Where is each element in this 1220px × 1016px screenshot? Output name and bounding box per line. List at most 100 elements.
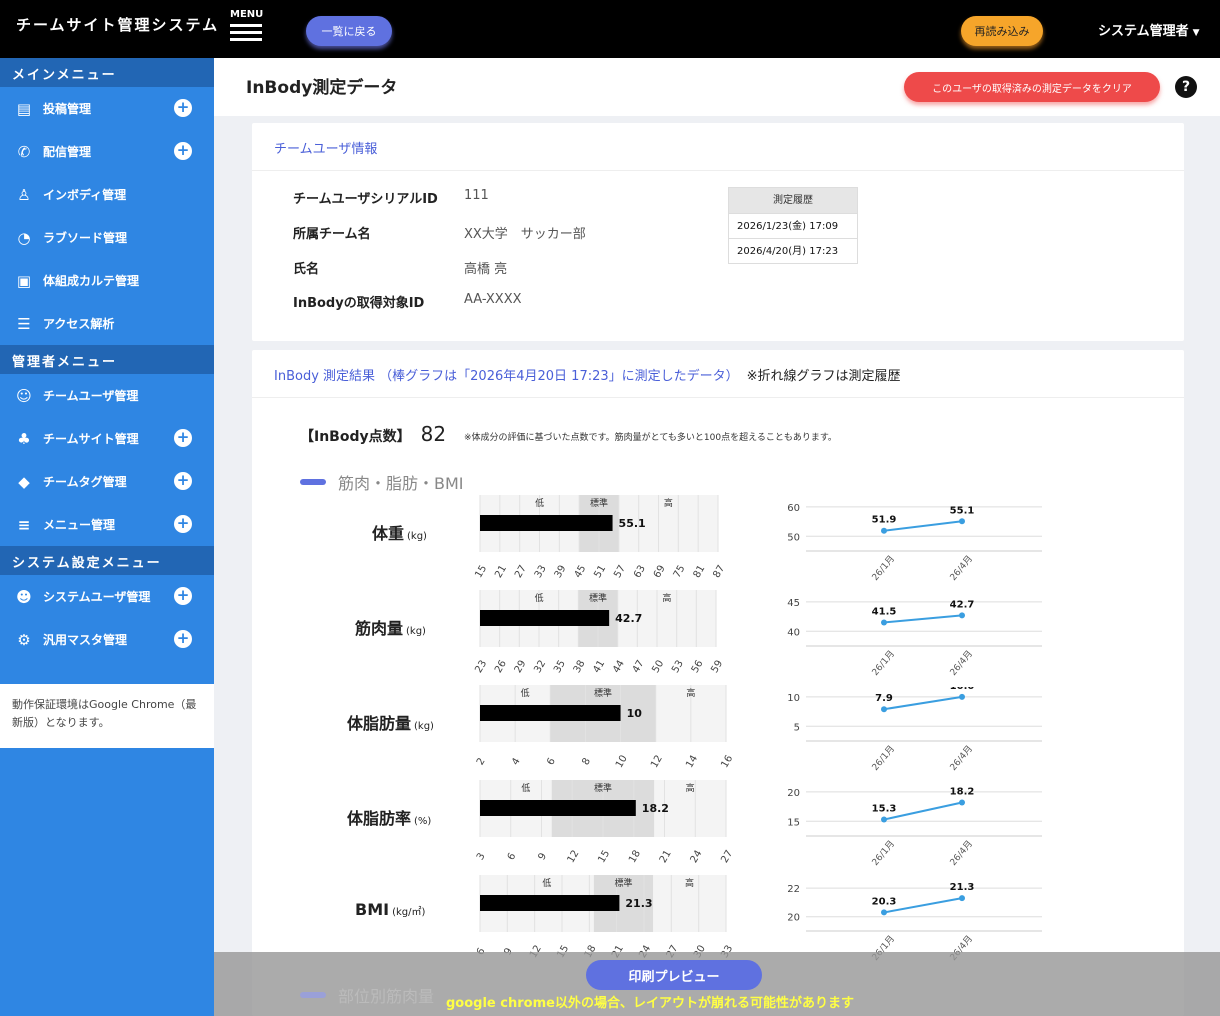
data-label: 41.5 bbox=[872, 606, 897, 617]
band-label: 高 bbox=[664, 497, 673, 509]
results-card: InBody 測定結果 （棒グラフは「2026年4月20日 17:23」に測定し… bbox=[252, 350, 1184, 1016]
tick-label: 44 bbox=[611, 658, 627, 675]
band-label: 標準 bbox=[594, 687, 612, 699]
info-key: 氏名 bbox=[293, 262, 320, 277]
sidebar-item[interactable]: ◆ チームタグ管理 + bbox=[0, 460, 214, 503]
sidebar-item[interactable]: ≡ メニュー管理 + bbox=[0, 503, 214, 546]
x-tick-label: 26/4月 bbox=[948, 743, 975, 772]
sidebar-item[interactable]: ▣ 体組成カルテ管理 bbox=[0, 259, 214, 302]
browser-warning: google chrome以外の場合、レイアウトが崩れる可能性があります bbox=[446, 996, 854, 1011]
info-value: 高橋 亮 bbox=[464, 262, 508, 277]
person-icon: ♙ bbox=[17, 185, 31, 204]
history-entry[interactable]: 2026/4/20(月) 17:23 bbox=[729, 238, 857, 263]
metric-unit: (kg) bbox=[407, 531, 427, 542]
newspaper-icon: ▤ bbox=[16, 99, 32, 118]
hamburger-icon-bar bbox=[230, 38, 262, 41]
reload-button[interactable]: 再読み込み bbox=[961, 16, 1043, 46]
tag-icon: ◆ bbox=[18, 472, 30, 491]
tick-label: 2 bbox=[475, 756, 488, 767]
tick-label: 50 bbox=[650, 658, 666, 675]
menu-label: MENU bbox=[230, 9, 264, 20]
tick-label: 18 bbox=[627, 848, 643, 865]
sidebar-item[interactable]: ▤ 投稿管理 + bbox=[0, 87, 214, 130]
tick-label: 9 bbox=[536, 851, 549, 862]
sidebar-item-label: アクセス解析 bbox=[43, 317, 115, 331]
expand-plus-icon[interactable]: + bbox=[174, 630, 192, 648]
help-icon[interactable]: ? bbox=[1175, 76, 1197, 98]
bar-chart: 3 6 9 12 15 18 21 24 27 低 標準 高 18.2 bbox=[475, 780, 735, 865]
y-tick-label: 45 bbox=[787, 598, 800, 609]
y-tick-label: 22 bbox=[787, 884, 800, 895]
data-point bbox=[881, 909, 887, 916]
value-label: 55.1 bbox=[619, 517, 646, 530]
data-label: 18.2 bbox=[950, 786, 975, 797]
tick-label: 57 bbox=[612, 563, 628, 580]
next-section-title-text: 部位別筋肉量 bbox=[338, 987, 435, 1006]
tick-label: 38 bbox=[572, 658, 588, 675]
sidebar-item-label: チームサイト管理 bbox=[43, 432, 139, 446]
page-header: InBody測定データ このユーザの取得済みの測定データをクリア ? bbox=[214, 58, 1220, 116]
data-point bbox=[959, 518, 965, 525]
sidebar-item[interactable]: ⚙ 汎用マスタ管理 + bbox=[0, 618, 214, 661]
band-label: 低 bbox=[542, 877, 551, 889]
expand-plus-icon[interactable]: + bbox=[174, 515, 192, 533]
metric-title: 体重 bbox=[372, 524, 405, 543]
band-label: 低 bbox=[521, 782, 530, 794]
tick-label: 53 bbox=[670, 658, 686, 675]
expand-plus-icon[interactable]: + bbox=[174, 472, 192, 490]
metric-title: 体脂肪率 bbox=[347, 809, 412, 828]
users-icon: ☺ bbox=[16, 386, 32, 405]
sidebar-section-heading: メインメニュー bbox=[0, 58, 214, 87]
tick-label: 29 bbox=[513, 658, 529, 675]
y-tick-label: 15 bbox=[787, 817, 800, 828]
tick-label: 3 bbox=[475, 851, 488, 862]
expand-plus-icon[interactable]: + bbox=[174, 142, 192, 160]
y-tick-label: 20 bbox=[787, 788, 800, 799]
tick-label: 6 bbox=[545, 756, 558, 767]
sidebar-item-label: インボディ管理 bbox=[43, 188, 127, 202]
caret-down-icon: ▼ bbox=[1192, 28, 1200, 38]
tick-label: 16 bbox=[719, 753, 735, 770]
data-point bbox=[881, 816, 887, 823]
user-menu[interactable]: システム管理者 ▼ bbox=[1098, 20, 1200, 39]
sidebar-item[interactable]: ☰ アクセス解析 bbox=[0, 302, 214, 345]
expand-plus-icon[interactable]: + bbox=[174, 99, 192, 117]
sidebar-item[interactable]: ☺ チームユーザ管理 bbox=[0, 374, 214, 417]
value-bar bbox=[480, 610, 610, 626]
band-label: 低 bbox=[535, 497, 544, 509]
menu-toggle-button[interactable]: MENU bbox=[230, 10, 264, 42]
expand-plus-icon[interactable]: + bbox=[174, 429, 192, 447]
tick-label: 21 bbox=[658, 848, 674, 865]
line-chart: 5 10 7.9 26/1月 10.0 26/4月 bbox=[787, 687, 1042, 773]
print-preview-button[interactable]: 印刷プレビュー bbox=[586, 960, 762, 990]
band-label: 標準 bbox=[614, 877, 632, 889]
sidebar-item[interactable]: ✆ 配信管理 + bbox=[0, 130, 214, 173]
app-title[interactable]: チームサイト管理システム bbox=[16, 14, 219, 35]
sidebar-section-heading: 管理者メニュー bbox=[0, 345, 214, 374]
metric-label: 筋肉量 (kg) bbox=[355, 615, 426, 639]
gauge-icon: ◔ bbox=[17, 228, 31, 247]
results-heading: InBody 測定結果 （棒グラフは「2026年4月20日 17:23」に測定し… bbox=[252, 350, 1184, 398]
value-bar bbox=[480, 515, 613, 531]
band-label: 標準 bbox=[589, 592, 607, 604]
sidebar-item[interactable]: ♣ チームサイト管理 + bbox=[0, 417, 214, 460]
tick-label: 15 bbox=[473, 563, 489, 580]
tick-label: 39 bbox=[553, 563, 569, 580]
metric-unit: (kg) bbox=[414, 721, 434, 732]
band-label: 高 bbox=[686, 782, 695, 794]
sidebar-item[interactable]: ☻ システムユーザ管理 + bbox=[0, 575, 214, 618]
back-to-list-button[interactable]: 一覧に戻る bbox=[306, 16, 392, 46]
tick-label: 32 bbox=[532, 658, 548, 675]
expand-plus-icon[interactable]: + bbox=[174, 587, 192, 605]
band-label: 高 bbox=[662, 592, 671, 604]
sidebar-item[interactable]: ♙ インボディ管理 bbox=[0, 173, 214, 216]
y-tick-label: 40 bbox=[787, 627, 800, 638]
band-label: 高 bbox=[685, 877, 694, 889]
sidebar-item-label: チームユーザ管理 bbox=[43, 389, 139, 403]
band-label: 高 bbox=[686, 687, 695, 699]
clear-measurement-data-button[interactable]: このユーザの取得済みの測定データをクリア bbox=[904, 72, 1160, 102]
tick-label: 63 bbox=[632, 563, 648, 580]
history-entry[interactable]: 2026/1/23(金) 17:09 bbox=[729, 213, 857, 238]
sidebar-item[interactable]: ◔ ラブソード管理 bbox=[0, 216, 214, 259]
data-point bbox=[959, 693, 965, 700]
